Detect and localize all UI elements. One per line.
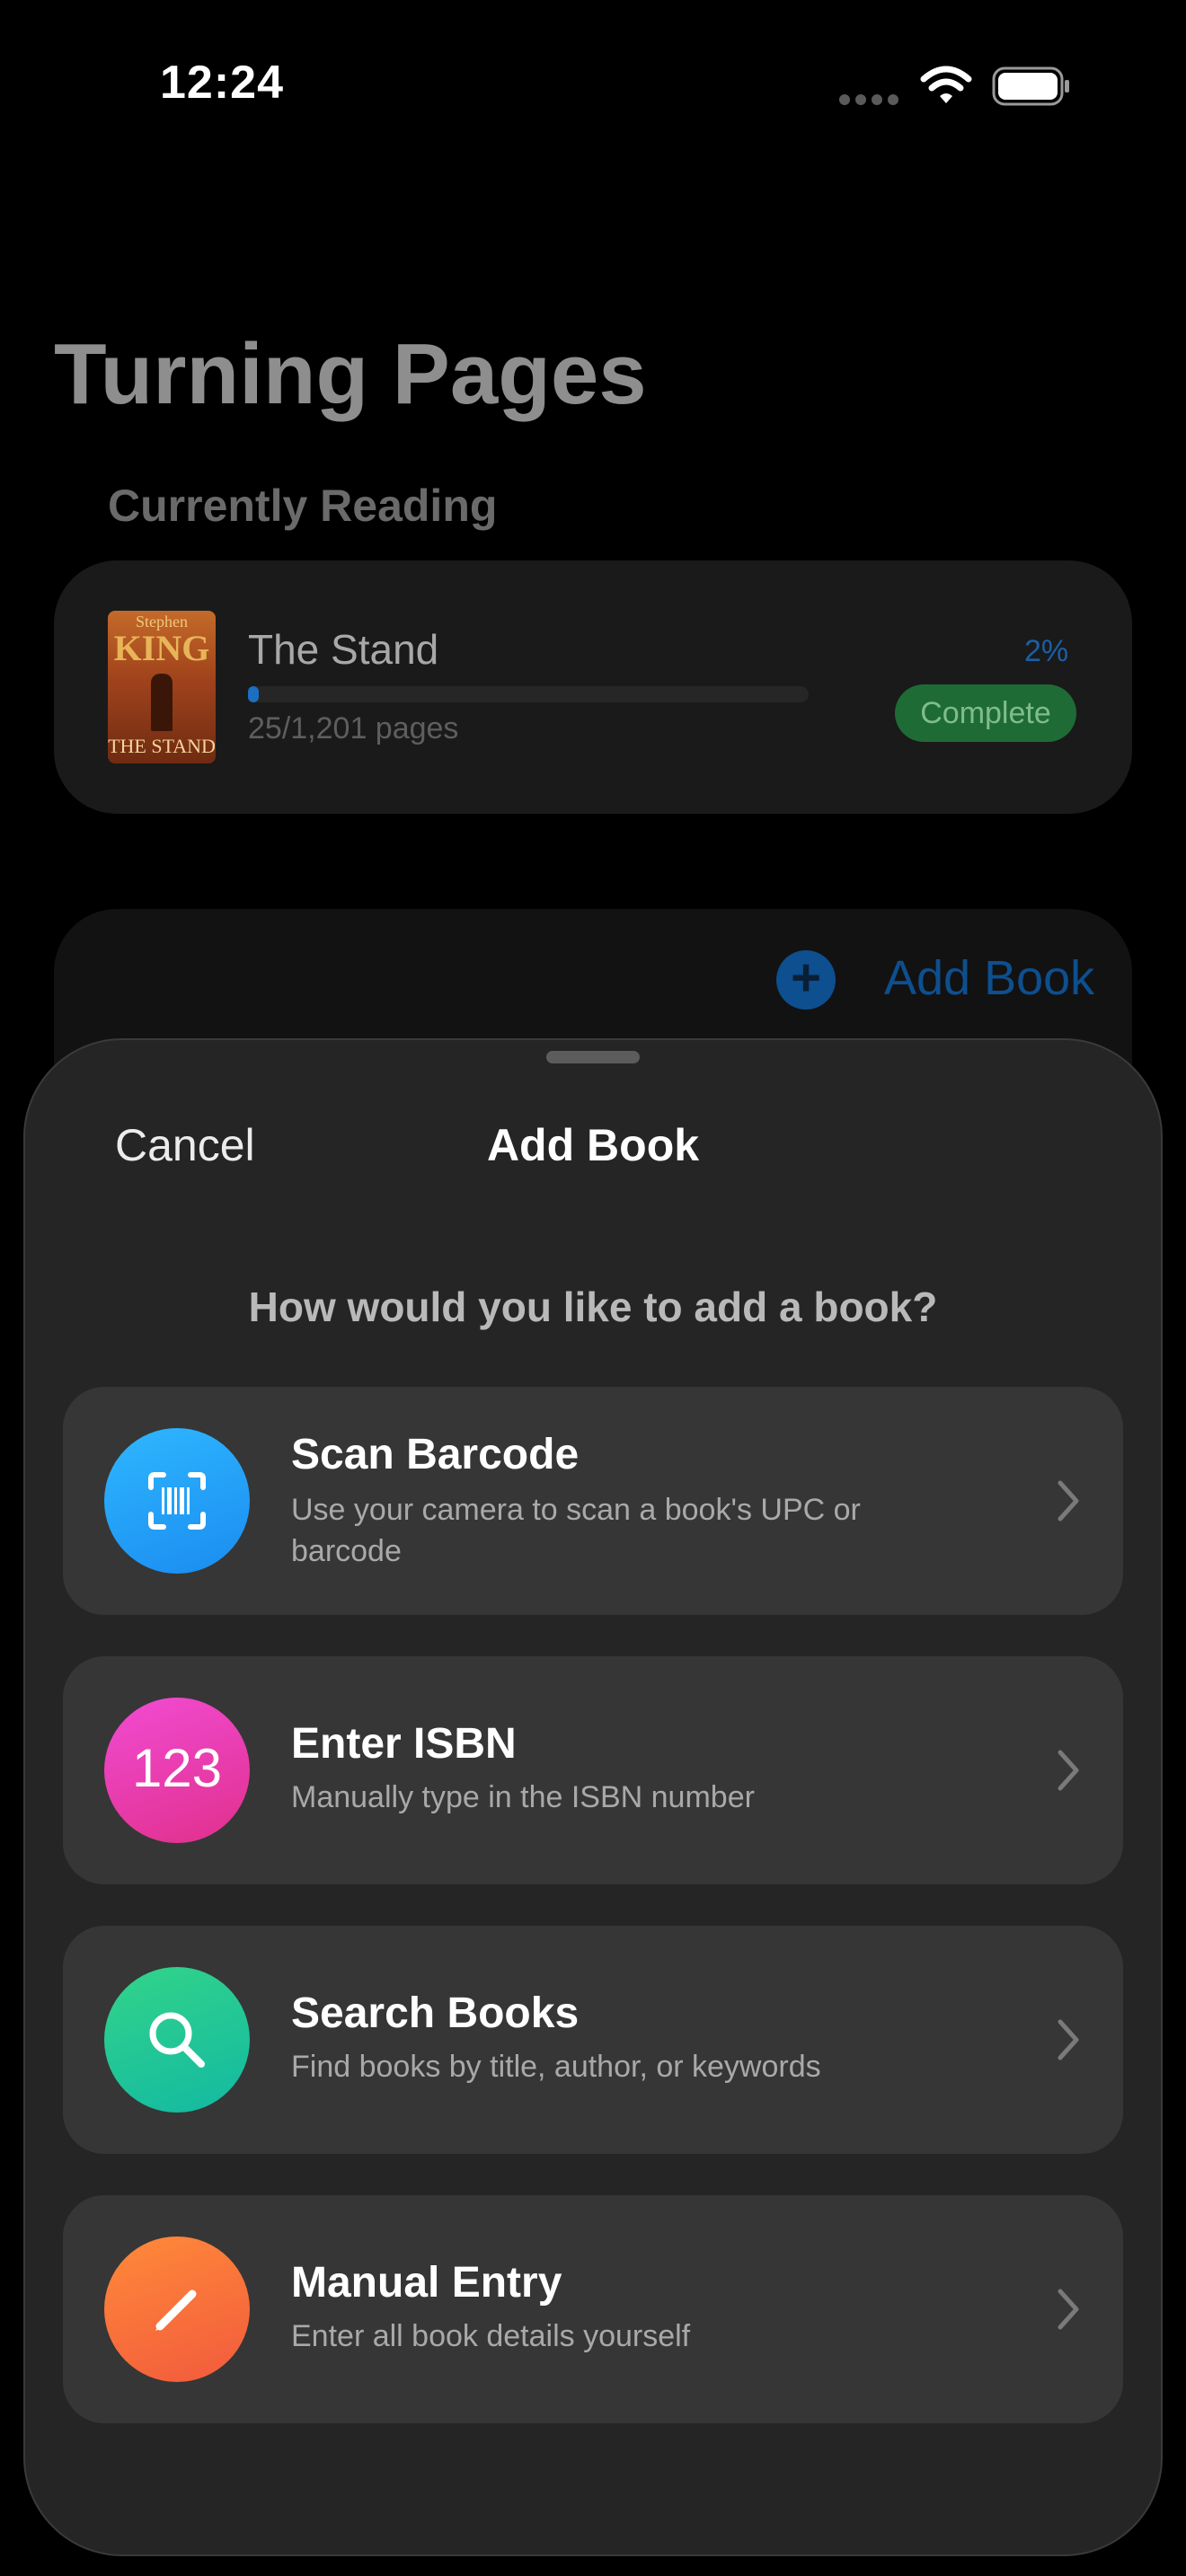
option-description: Manually type in the ISBN number <box>291 1780 755 1814</box>
signal-dots-icon <box>839 93 904 110</box>
option-title: Enter ISBN <box>291 1720 517 1768</box>
add-book-link[interactable]: Add Book <box>884 950 1094 1006</box>
pencil-icon <box>104 2236 250 2382</box>
enter-isbn-option[interactable]: 123 Enter ISBN Manually type in the ISBN… <box>63 1656 1123 1884</box>
book-title: The Stand <box>248 626 439 673</box>
progress-percent: 2% <box>1024 634 1069 668</box>
sheet-title: Add Book <box>486 1120 700 1170</box>
magnifying-glass-icon <box>104 1967 250 2113</box>
cover-title-text: THE STAND <box>108 735 216 757</box>
option-description: Find books by title, author, or keywords <box>291 2050 821 2084</box>
status-time: 12:24 <box>160 57 284 109</box>
option-description: Enter all book details yourself <box>291 2319 691 2353</box>
section-label-currently-reading: Currently Reading <box>108 481 498 531</box>
book-cover-image: Stephen KING THE STAND <box>108 611 216 763</box>
page-title: Turning Pages <box>54 326 647 422</box>
add-book-plus-icon[interactable]: + <box>776 950 836 1010</box>
chevron-right-icon <box>1055 2286 1082 2337</box>
sheet-grabber[interactable] <box>546 1051 640 1063</box>
chevron-right-icon <box>1055 2016 1082 2068</box>
wifi-icon <box>920 65 972 110</box>
scan-barcode-option[interactable]: Scan Barcode Use your camera to scan a b… <box>63 1387 1123 1615</box>
option-title: Search Books <box>291 1989 580 2037</box>
isbn-icon-text: 123 <box>131 1738 223 1798</box>
pages-read: 25/1,201 pages <box>248 711 459 745</box>
chevron-right-icon <box>1055 1747 1082 1798</box>
reading-progress-track <box>248 686 809 702</box>
manual-entry-option[interactable]: Manual Entry Enter all book details your… <box>63 2195 1123 2423</box>
cover-brand-text: KING <box>113 628 210 668</box>
cancel-button[interactable]: Cancel <box>115 1119 255 1171</box>
sheet-prompt: How would you like to add a book? <box>248 1284 938 1330</box>
option-title: Scan Barcode <box>291 1431 580 1478</box>
reading-progress-fill <box>248 686 259 702</box>
complete-button[interactable]: Complete <box>895 684 1076 742</box>
search-books-option[interactable]: Search Books Find books by title, author… <box>63 1926 1123 2154</box>
cover-figure-graphic <box>151 674 173 731</box>
battery-icon <box>992 66 1071 106</box>
number-icon: 123 <box>104 1698 250 1843</box>
barcode-viewfinder-icon <box>104 1428 250 1574</box>
option-title: Manual Entry <box>291 2259 562 2307</box>
chevron-right-icon <box>1055 1478 1082 1529</box>
option-description: Use your camera to scan a book's UPC or … <box>291 1493 861 1568</box>
